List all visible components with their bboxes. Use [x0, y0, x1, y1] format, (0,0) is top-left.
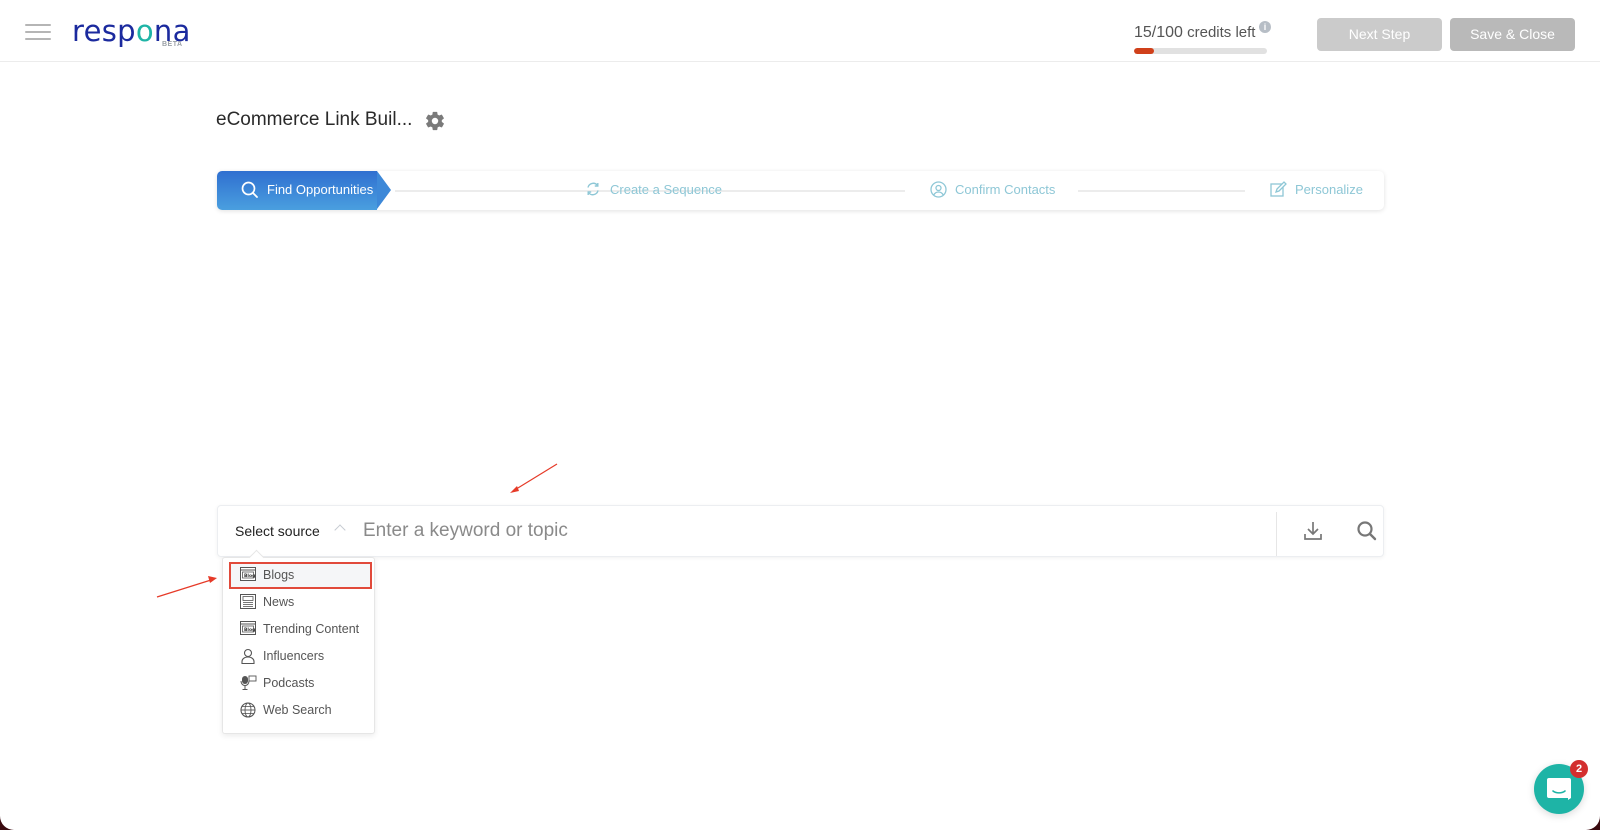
download-icon[interactable] — [1301, 519, 1325, 543]
chevron-up-icon — [334, 524, 346, 536]
info-icon[interactable]: i — [1259, 21, 1271, 33]
source-option-trending-content[interactable]: Blog Trending Content — [229, 616, 372, 643]
option-label: Influencers — [263, 649, 325, 663]
option-label: Podcasts — [263, 676, 315, 690]
source-option-news[interactable]: News — [229, 589, 372, 616]
search-icon[interactable] — [1355, 519, 1379, 543]
option-label: Trending Content — [263, 622, 360, 636]
option-label: Blogs — [263, 568, 295, 582]
app-window: respona BETA 15/100 credits left i Next … — [0, 0, 1600, 830]
divider — [1276, 512, 1277, 556]
step-label: Create a Sequence — [610, 182, 723, 197]
blog-icon: Blog — [240, 567, 256, 581]
annotation-arrow — [156, 576, 217, 598]
source-select[interactable]: Select source — [218, 506, 353, 556]
credits-progress-bar — [1134, 48, 1267, 54]
gear-icon[interactable] — [424, 110, 446, 132]
step-connector — [738, 190, 905, 192]
svg-text:Blog: Blog — [244, 627, 255, 633]
step-find-opportunities[interactable]: Find Opportunities — [217, 171, 391, 210]
step-confirm-contacts[interactable]: Confirm Contacts — [930, 181, 1056, 198]
step-connector — [1078, 190, 1245, 192]
step-label: Personalize — [1295, 182, 1363, 197]
person-icon — [241, 648, 255, 664]
step-label: Confirm Contacts — [955, 182, 1056, 197]
top-bar: respona BETA 15/100 credits left i Next … — [0, 0, 1600, 62]
save-close-button[interactable]: Save & Close — [1450, 18, 1575, 51]
svg-text:Blog: Blog — [244, 573, 255, 579]
keyword-input[interactable] — [363, 514, 1263, 548]
source-select-label: Select source — [235, 523, 320, 539]
source-dropdown: Blog Blogs News Blog Trending Content In… — [222, 557, 375, 734]
source-option-influencers[interactable]: Influencers — [229, 643, 372, 670]
step-personalize[interactable]: Personalize — [1270, 181, 1363, 197]
credits-label: 15/100 credits left — [1134, 24, 1255, 42]
refresh-icon — [587, 182, 599, 196]
option-label: News — [263, 595, 295, 609]
annotation-arrow — [510, 463, 558, 493]
edit-icon — [1270, 181, 1287, 197]
step-create-sequence[interactable]: Create a Sequence — [587, 182, 723, 197]
globe-icon — [240, 702, 256, 718]
logo-text-start: resp — [72, 14, 136, 48]
campaign-stepper: Find Opportunities Create a Sequence Con… — [217, 171, 1384, 210]
search-icon — [241, 181, 258, 198]
notification-badge: 2 — [1570, 760, 1588, 778]
logo-text-o: o — [135, 14, 154, 48]
source-option-blogs[interactable]: Blog Blogs — [229, 562, 372, 589]
credits-suffix: credits left — [1182, 24, 1256, 41]
next-step-button[interactable]: Next Step — [1317, 18, 1442, 51]
user-circle-icon — [930, 181, 947, 198]
beta-badge: BETA — [162, 41, 183, 48]
search-bar: Select source — [217, 505, 1384, 557]
credits-count: 15/100 — [1134, 24, 1183, 41]
blog-icon: Blog — [240, 621, 256, 635]
source-option-web-search[interactable]: Web Search — [229, 697, 372, 724]
option-label: Web Search — [263, 703, 332, 717]
credits-progress-fill — [1134, 48, 1154, 54]
step-label: Find Opportunities — [267, 182, 374, 197]
source-option-podcasts[interactable]: Podcasts — [229, 670, 372, 697]
newspaper-icon — [240, 594, 256, 609]
campaign-title: eCommerce Link Buil... — [216, 109, 413, 130]
menu-hamburger-icon[interactable] — [25, 24, 51, 40]
microphone-icon — [240, 675, 257, 690]
